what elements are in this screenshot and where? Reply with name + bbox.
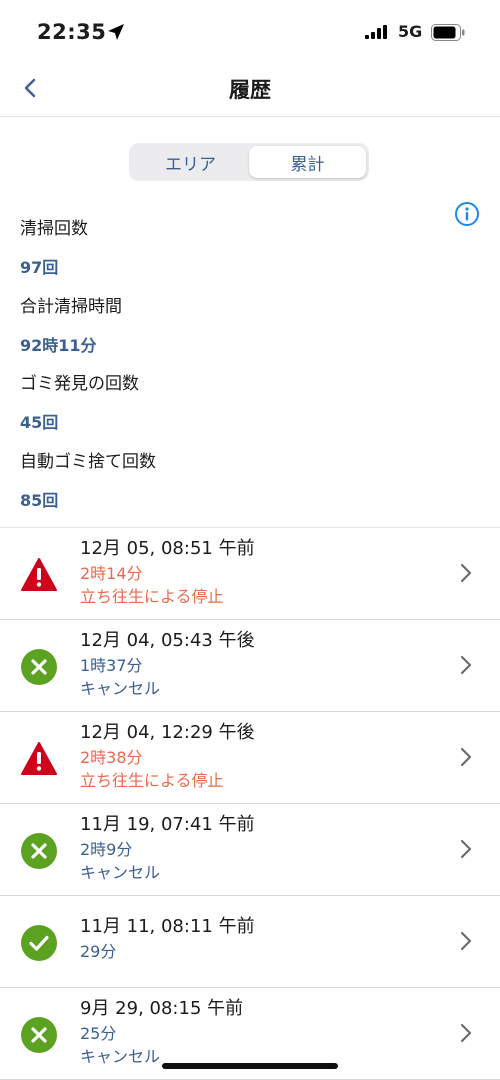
cancel-icon: [21, 1017, 57, 1053]
chevron-right-icon: [460, 1023, 472, 1043]
history-row[interactable]: 11月 19, 07:41 午前 2時9分 キャンセル: [0, 804, 500, 896]
warning-icon: [21, 558, 57, 591]
history-duration: 1時37分: [80, 656, 143, 675]
chevron-right-icon: [460, 747, 472, 767]
history-status: キャンセル: [80, 863, 161, 882]
navigation-bar: 履歴: [0, 62, 500, 117]
history-row[interactable]: 12月 04, 12:29 午後 2時38分 立ち往生による停止: [0, 712, 500, 804]
stat-auto-empty-count: 自動ゴミ捨て回数 85回: [20, 447, 156, 511]
status-time: 22:35: [37, 20, 107, 44]
home-indicator[interactable]: [162, 1063, 338, 1069]
status-bar: 22:35 5G: [0, 0, 500, 62]
chevron-right-icon: [460, 931, 472, 951]
cellular-signal-icon: [365, 25, 387, 39]
page-title: 履歴: [229, 78, 271, 102]
stat-total-cleaning-time: 合計清掃時間 92時11分: [20, 292, 122, 356]
history-date: 12月 04, 05:43 午後: [80, 630, 255, 651]
history-row[interactable]: 11月 11, 08:11 午前 29分: [0, 896, 500, 988]
battery-icon: [431, 24, 465, 41]
history-duration: 29分: [80, 942, 117, 961]
history-date: 11月 11, 08:11 午前: [80, 916, 255, 937]
history-row[interactable]: 12月 04, 05:43 午後 1時37分 キャンセル: [0, 620, 500, 712]
stat-value: 92時11分: [20, 336, 97, 355]
location-arrow-icon: [108, 24, 124, 40]
chevron-right-icon: [460, 655, 472, 675]
history-status: 立ち往生による停止: [80, 771, 224, 790]
network-type: 5G: [398, 22, 423, 41]
tab-cumulative[interactable]: 累計: [249, 146, 366, 178]
segmented-control: エリア 累計: [129, 143, 369, 181]
warning-icon: [21, 742, 57, 775]
history-duration: 2時14分: [80, 564, 143, 583]
history-row[interactable]: 12月 05, 08:51 午前 2時14分 立ち往生による停止: [0, 528, 500, 620]
history-list: 12月 05, 08:51 午前 2時14分 立ち往生による停止 12月 04,…: [0, 527, 500, 1080]
history-duration: 2時9分: [80, 840, 133, 859]
stat-label: 自動ゴミ捨て回数: [20, 452, 156, 472]
stat-value: 85回: [20, 491, 59, 510]
chevron-right-icon: [460, 839, 472, 859]
stat-cleaning-count: 清掃回数 97回: [20, 214, 88, 278]
stat-value: 45回: [20, 413, 59, 432]
history-status: 立ち往生による停止: [80, 587, 224, 606]
stat-label: ゴミ発見の回数: [20, 374, 139, 394]
stat-label: 清掃回数: [20, 219, 88, 239]
history-duration: 25分: [80, 1024, 117, 1043]
check-icon: [21, 925, 57, 961]
cancel-icon: [21, 833, 57, 869]
history-status: キャンセル: [80, 679, 161, 698]
history-duration: 2時38分: [80, 748, 143, 767]
cancel-icon: [21, 649, 57, 685]
history-date: 12月 05, 08:51 午前: [80, 538, 255, 559]
info-icon[interactable]: [454, 201, 480, 227]
history-date: 12月 04, 12:29 午後: [80, 722, 255, 743]
history-date: 11月 19, 07:41 午前: [80, 814, 255, 835]
tab-area[interactable]: エリア: [132, 146, 249, 178]
stat-value: 97回: [20, 258, 59, 277]
stat-label: 合計清掃時間: [20, 297, 122, 317]
stat-debris-found-count: ゴミ発見の回数 45回: [20, 369, 139, 433]
history-date: 9月 29, 08:15 午前: [80, 998, 244, 1019]
chevron-right-icon: [460, 563, 472, 583]
